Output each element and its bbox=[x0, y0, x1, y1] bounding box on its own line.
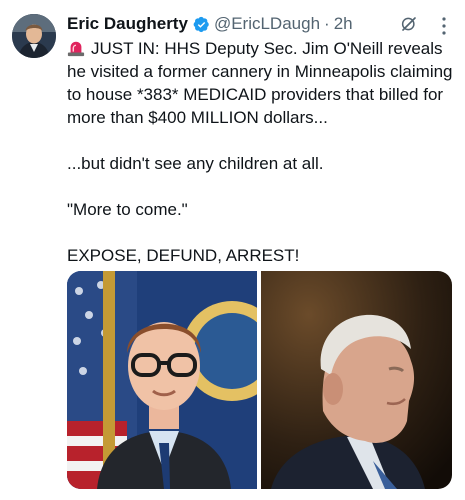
tweet-header: Eric Daugherty @EricLDaugh · 2h bbox=[67, 12, 453, 36]
tweet-text: JUST IN: HHS Deputy Sec. Jim O'Neill rev… bbox=[67, 37, 459, 267]
tweet-text-line-1: JUST IN: HHS Deputy Sec. Jim O'Neill rev… bbox=[67, 39, 453, 127]
avatar-image bbox=[12, 14, 56, 58]
photo-man-with-glasses bbox=[67, 271, 257, 489]
grok-icon[interactable] bbox=[400, 15, 418, 33]
tweet-media-grid[interactable] bbox=[67, 271, 452, 489]
siren-emoji-icon bbox=[67, 41, 85, 57]
tweet-text-line-3: "More to come." bbox=[67, 200, 188, 219]
media-photo-2[interactable] bbox=[261, 271, 452, 489]
tweet[interactable]: Eric Daugherty @EricLDaugh · 2h JUST IN:… bbox=[0, 0, 465, 500]
more-options-icon[interactable] bbox=[434, 14, 454, 38]
tweet-text-line-4: EXPOSE, DEFUND, ARREST! bbox=[67, 246, 300, 265]
tweet-text-line-2: ...but didn't see any children at all. bbox=[67, 154, 324, 173]
author-handle[interactable]: @EricLDaugh bbox=[214, 14, 320, 34]
tweet-timestamp[interactable]: 2h bbox=[334, 14, 353, 34]
author-avatar[interactable] bbox=[12, 14, 56, 58]
media-photo-1[interactable] bbox=[67, 271, 257, 489]
photo-man-profile bbox=[261, 271, 452, 489]
tweet-paragraph-1: JUST IN: HHS Deputy Sec. Jim O'Neill rev… bbox=[67, 37, 459, 129]
header-separator: · bbox=[324, 14, 330, 33]
verified-badge-icon[interactable] bbox=[193, 16, 210, 33]
author-display-name[interactable]: Eric Daugherty bbox=[67, 14, 188, 34]
